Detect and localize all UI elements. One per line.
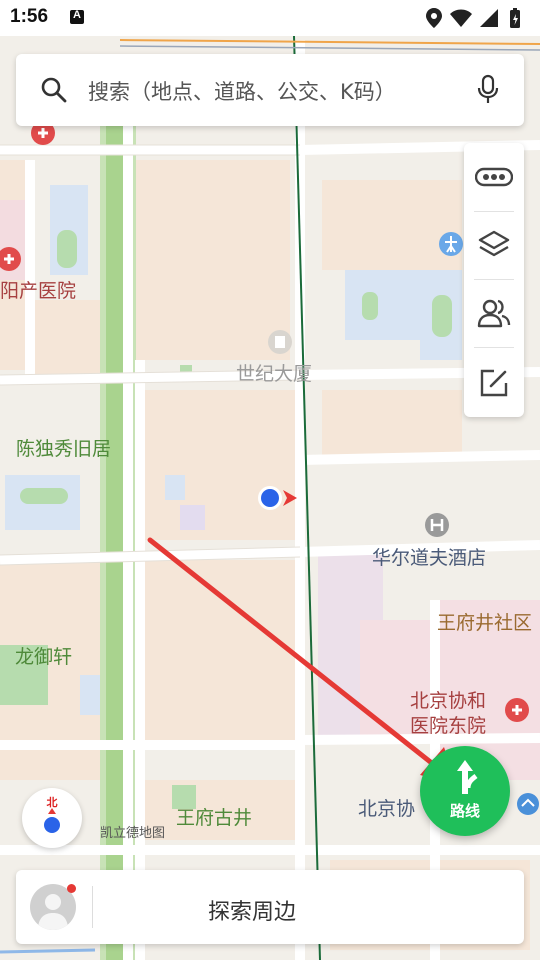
team-button[interactable] [464,279,524,347]
bottom-explore-bar: 探索周边 [16,870,524,944]
report-icon [480,369,508,397]
location-icon [426,8,442,28]
map-toolbar [464,143,524,417]
battery-icon [510,8,520,28]
status-icons [426,8,520,28]
layers-icon [478,230,510,257]
map-label-hospital[interactable]: 阳产医院 [0,276,76,303]
toolbar-divider [474,347,514,348]
team-icon [477,299,511,328]
search-bar[interactable]: 搜索（地点、道路、公交、K码） [16,54,524,126]
search-input[interactable]: 搜索（地点、道路、公交、K码） [88,76,396,106]
route-label: 路线 [449,802,480,820]
route-button[interactable]: 路线 [420,746,510,836]
a-icon: A [70,9,84,24]
route-icon [457,760,478,794]
map-label-pumc-east[interactable]: 北京协和 [410,686,486,713]
compass-icon [44,808,60,833]
microphone-icon[interactable] [476,74,500,106]
report-button[interactable] [464,349,524,417]
search-icon [41,77,67,103]
map-label-building[interactable]: 世纪大厦 [236,359,312,386]
map-label-wangfu-well[interactable]: 王府古井 [176,803,252,830]
map-label-community[interactable]: 王府井社区 [437,608,532,635]
traffic-icon [475,167,513,187]
map-label-pumc-east-2[interactable]: 医院东院 [410,711,486,738]
map-label-pumc[interactable]: 北京协 [358,794,415,821]
compass-button[interactable]: 北 [22,788,82,848]
notification-dot [67,884,76,893]
map-label-hotel[interactable]: 华尔道夫酒店 [372,543,486,570]
traffic-button[interactable] [464,143,524,211]
status-time: 1:56 [10,6,49,27]
map-label-longyu[interactable]: 龙御轩 [15,642,72,669]
map-label-chen-duxiu[interactable]: 陈独秀旧居 [16,434,111,461]
status-bar: 1:56 A [0,0,540,36]
explore-nearby-button[interactable]: 探索周边 [92,894,412,926]
layers-button[interactable] [464,211,524,279]
signal-icon [480,9,498,27]
wifi-icon [450,9,472,27]
map-watermark: 凯立德地图 [100,826,166,841]
